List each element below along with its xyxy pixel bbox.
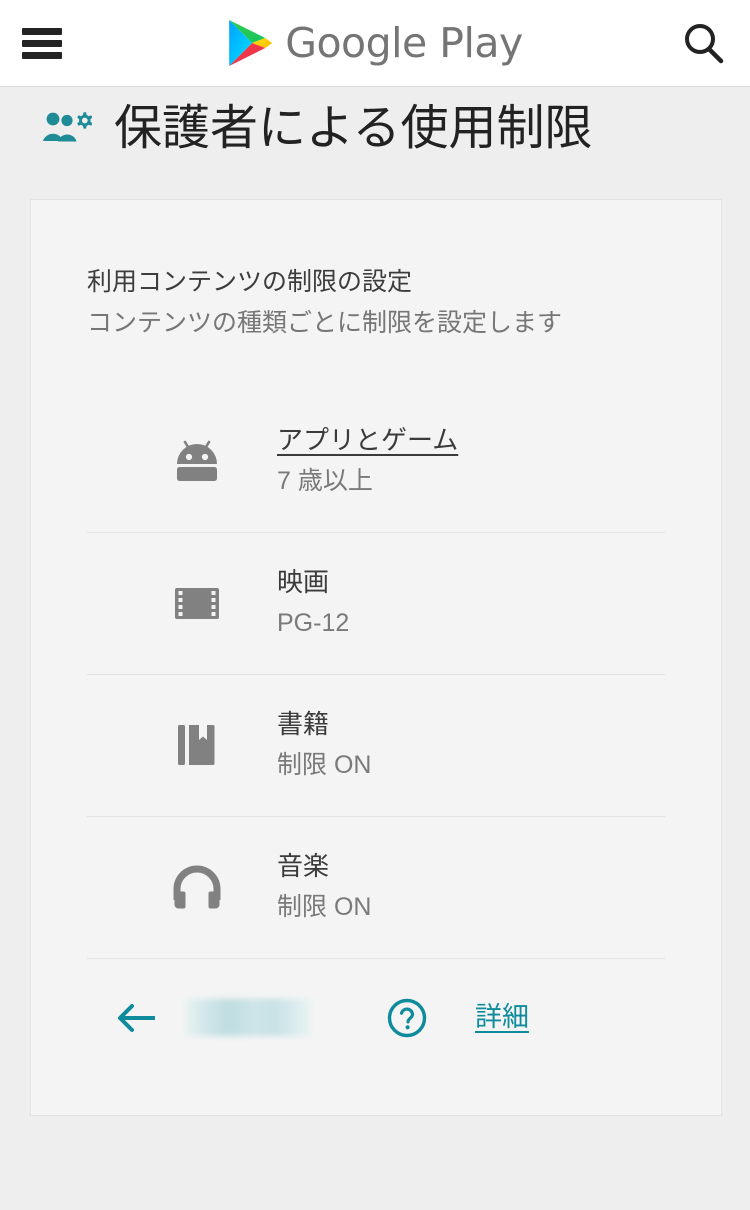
hamburger-menu-icon[interactable] [22, 28, 62, 59]
hamburger-bar [22, 52, 62, 59]
row-label: 映画 [277, 567, 330, 598]
hamburger-bar [22, 40, 62, 47]
restriction-rows: アプリとゲーム 7 歳以上 映画 PG-12 書籍 制限 ON 音楽 制限 ON [87, 390, 665, 958]
card-footer: 詳細 [87, 957, 665, 1077]
book-icon [170, 718, 224, 772]
google-play-brand[interactable]: Google Play [227, 18, 523, 68]
parental-controls-icon [43, 111, 92, 141]
film-strip-icon [170, 576, 224, 630]
page-title: 保護者による使用制限 [114, 101, 593, 155]
row-label: 音楽 [277, 851, 330, 882]
row-text: 書籍 制限 ON [277, 708, 371, 781]
row-value: 制限 ON [277, 751, 372, 780]
page-header: 保護者による使用制限 [0, 87, 750, 170]
row-text: アプリとゲーム 7 歳以上 [277, 424, 458, 497]
hamburger-bar [22, 28, 62, 35]
card-subtitle: コンテンツの種類ごとに制限を設定します [87, 308, 563, 337]
search-icon[interactable] [678, 18, 730, 70]
redacted-account-field[interactable] [186, 999, 310, 1036]
android-robot-icon [170, 434, 224, 488]
row-value: 7 歳以上 [277, 466, 373, 495]
row-movies[interactable]: 映画 PG-12 [87, 531, 665, 674]
headphones-icon [170, 860, 224, 914]
help-circle-icon[interactable] [386, 997, 428, 1039]
row-books[interactable]: 書籍 制限 ON [87, 673, 665, 816]
row-label: 書籍 [277, 709, 330, 740]
row-text: 音楽 制限 ON [277, 850, 371, 923]
content-restrictions-card: 利用コンテンツの制限の設定 コンテンツの種類ごとに制限を設定します アプリとゲー… [30, 199, 722, 1116]
card-title: 利用コンテンツの制限の設定 [87, 268, 413, 296]
row-value: 制限 ON [277, 893, 372, 922]
brand-name: Google Play [285, 18, 523, 67]
google-play-logo-icon [229, 20, 273, 66]
row-apps-and-games[interactable]: アプリとゲーム 7 歳以上 [87, 390, 665, 532]
row-music[interactable]: 音楽 制限 ON [87, 815, 665, 958]
back-arrow-icon[interactable] [115, 1001, 159, 1035]
row-label[interactable]: アプリとゲーム [277, 424, 458, 458]
row-text: 映画 PG-12 [277, 566, 349, 639]
app-bar: Google Play [0, 0, 750, 87]
row-value: PG-12 [277, 609, 350, 638]
details-link[interactable]: 詳細 [475, 1001, 529, 1033]
